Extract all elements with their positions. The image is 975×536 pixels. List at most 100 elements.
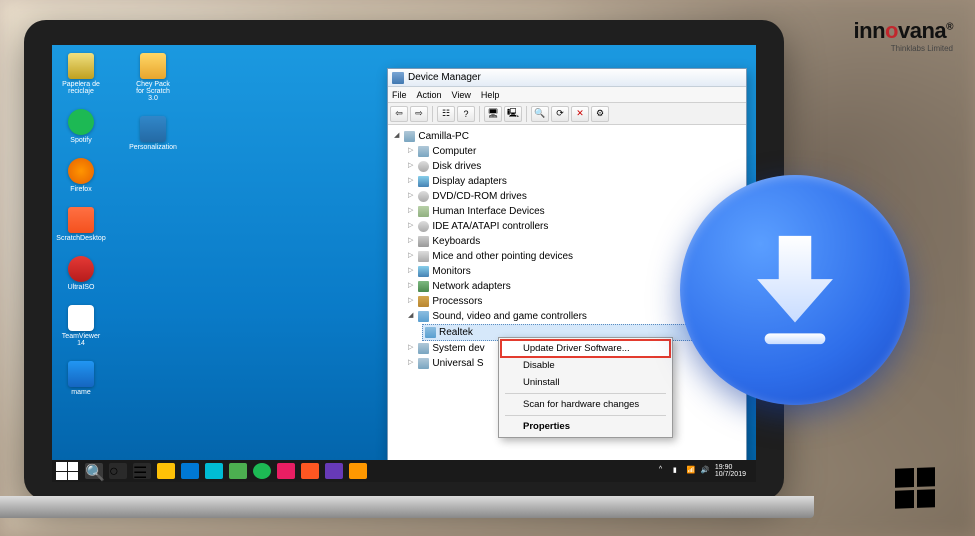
tree-item[interactable]: IDE ATA/ATAPI controllers bbox=[394, 219, 740, 234]
tree-item[interactable]: Disk drives bbox=[394, 159, 740, 174]
icon-label: Chey Pack for Scratch 3.0 bbox=[132, 81, 174, 102]
tray-wifi-icon[interactable]: 📶 bbox=[687, 466, 697, 476]
desktop-icon-iso[interactable]: UltraISO bbox=[60, 256, 102, 291]
tree-item[interactable]: Computer bbox=[394, 144, 740, 159]
device-category-icon bbox=[418, 281, 429, 292]
menu-action[interactable]: Action bbox=[417, 90, 442, 100]
tree-item-label: Monitors bbox=[432, 264, 470, 279]
device-category-icon bbox=[418, 358, 429, 369]
taskbar-app5[interactable] bbox=[253, 463, 271, 479]
folder-icon bbox=[140, 53, 166, 79]
tree-item[interactable]: Human Interface Devices bbox=[394, 204, 740, 219]
toolbar-forward-button[interactable]: ⇨ bbox=[410, 106, 428, 122]
spotify-icon bbox=[68, 109, 94, 135]
icon-label: mame bbox=[71, 389, 90, 396]
taskbar-app2[interactable] bbox=[181, 463, 199, 479]
toolbar-remove-button[interactable]: ✕ bbox=[571, 106, 589, 122]
start-button[interactable] bbox=[56, 462, 78, 480]
toolbar-back-button[interactable]: ⇦ bbox=[390, 106, 408, 122]
system-tray[interactable]: ^ ▮ 📶 🔊 19:90 10/7/2019 bbox=[659, 464, 752, 478]
tray-volume-icon[interactable]: 🔊 bbox=[701, 466, 711, 476]
desktop-icon-scratch[interactable]: ScratchDesktop bbox=[60, 207, 102, 242]
desktop[interactable]: Papelera de reciclaje Spotify Firefox Scrat… bbox=[52, 45, 756, 482]
desktop-icon-recycle[interactable]: Papelera de reciclaje bbox=[60, 53, 102, 95]
toolbar-view-button[interactable]: ☷ bbox=[437, 106, 455, 122]
taskbar-cortana-icon[interactable]: ○ bbox=[109, 463, 127, 479]
toolbar-scan2-button[interactable]: 🖳 bbox=[504, 106, 522, 122]
icon-label: Spotify bbox=[70, 137, 91, 144]
device-category-icon bbox=[418, 236, 429, 247]
device-manager-icon bbox=[392, 72, 404, 84]
tree-item-label: Computer bbox=[432, 144, 476, 159]
context-item-disable[interactable]: Disable bbox=[501, 357, 670, 374]
desktop-icon-spotify[interactable]: Spotify bbox=[60, 109, 102, 144]
device-category-icon bbox=[418, 176, 429, 187]
tray-time[interactable]: 19:90 bbox=[715, 464, 746, 471]
download-badge bbox=[680, 175, 910, 405]
taskbar-app1[interactable] bbox=[157, 463, 175, 479]
context-item-uninstall[interactable]: Uninstall bbox=[501, 374, 670, 391]
device-category-icon bbox=[418, 311, 429, 322]
icon-label: Papelera de reciclaje bbox=[60, 81, 102, 95]
toolbar-scan-button[interactable]: 🖥 bbox=[484, 106, 502, 122]
icon-label: Firefox bbox=[70, 186, 91, 193]
tray-battery-icon[interactable]: ▮ bbox=[673, 466, 683, 476]
device-category-icon bbox=[418, 296, 429, 307]
window-titlebar[interactable]: Device Manager bbox=[388, 69, 746, 87]
taskbar-app8[interactable] bbox=[325, 463, 343, 479]
context-item-properties[interactable]: Properties bbox=[501, 418, 670, 435]
taskbar-app6[interactable] bbox=[277, 463, 295, 479]
taskbar-app9[interactable] bbox=[349, 463, 367, 479]
computer-icon bbox=[404, 131, 415, 142]
desktop-icon-firefox[interactable]: Firefox bbox=[60, 158, 102, 193]
toolbar[interactable]: ⇦ ⇨ ☷ ? 🖥 🖳 🔍 ⟳ ✕ ⚙ bbox=[388, 103, 746, 125]
tree-sub-label: Realtek bbox=[439, 325, 473, 340]
toolbar-more-button[interactable]: ⚙ bbox=[591, 106, 609, 122]
menu-bar[interactable]: File Action View Help bbox=[388, 87, 746, 103]
icon-label: ScratchDesktop bbox=[56, 235, 105, 242]
desktop-icon-personal[interactable]: Personalization bbox=[132, 116, 174, 151]
tray-date[interactable]: 10/7/2019 bbox=[715, 471, 746, 478]
tree-item[interactable]: Display adapters bbox=[394, 174, 740, 189]
taskbar-app7[interactable] bbox=[301, 463, 319, 479]
tree-item[interactable]: DVD/CD-ROM drives bbox=[394, 189, 740, 204]
context-item-update-driver-software[interactable]: Update Driver Software... bbox=[501, 340, 670, 357]
device-category-icon bbox=[418, 206, 429, 217]
desktop-icon-mame[interactable]: mame bbox=[60, 361, 102, 396]
taskbar-app3[interactable] bbox=[205, 463, 223, 479]
scratch-icon bbox=[68, 207, 94, 233]
toolbar-help-button[interactable]: ? bbox=[457, 106, 475, 122]
taskbar-app4[interactable] bbox=[229, 463, 247, 479]
desktop-icon-tv[interactable]: TeamViewer 14 bbox=[60, 305, 102, 347]
context-menu[interactable]: Update Driver Software...DisableUninstal… bbox=[498, 337, 673, 438]
tree-item-label: IDE ATA/ATAPI controllers bbox=[432, 219, 548, 234]
icon-label: Personalization bbox=[129, 144, 177, 151]
menu-file[interactable]: File bbox=[392, 90, 407, 100]
personal-icon bbox=[140, 116, 166, 142]
recycle-icon bbox=[68, 53, 94, 79]
taskbar-taskview-icon[interactable]: ☰ bbox=[133, 463, 151, 479]
toolbar-refresh-button[interactable]: ⟳ bbox=[551, 106, 569, 122]
iso-icon bbox=[68, 256, 94, 282]
toolbar-prop-button[interactable]: 🔍 bbox=[531, 106, 549, 122]
tree-item-label: Universal S bbox=[432, 356, 483, 371]
taskbar[interactable]: 🔍 ○ ☰ ^ ▮ 📶 🔊 19:90 10/7/2019 bbox=[52, 460, 756, 482]
desktop-icon-folder[interactable]: Chey Pack for Scratch 3.0 bbox=[132, 53, 174, 102]
device-category-icon bbox=[418, 343, 429, 354]
mame-icon bbox=[68, 361, 94, 387]
tree-root-node[interactable]: Camilla-PC bbox=[394, 129, 740, 144]
menu-help[interactable]: Help bbox=[481, 90, 500, 100]
device-category-icon bbox=[418, 251, 429, 262]
tree-item-label: System dev bbox=[432, 341, 484, 356]
context-item-scan-for-hardware-changes[interactable]: Scan for hardware changes bbox=[501, 396, 670, 413]
desktop-icon-grid: Papelera de reciclaje Spotify Firefox Scrat… bbox=[60, 53, 180, 453]
windows-logo-icon bbox=[895, 467, 935, 508]
tray-up-icon[interactable]: ^ bbox=[659, 466, 669, 476]
taskbar-search-icon[interactable]: 🔍 bbox=[85, 463, 103, 479]
window-title: Device Manager bbox=[408, 72, 481, 83]
device-category-icon bbox=[418, 221, 429, 232]
device-category-icon bbox=[418, 266, 429, 277]
context-separator bbox=[505, 415, 666, 416]
menu-view[interactable]: View bbox=[452, 90, 471, 100]
tree-item-label: Network adapters bbox=[432, 279, 510, 294]
